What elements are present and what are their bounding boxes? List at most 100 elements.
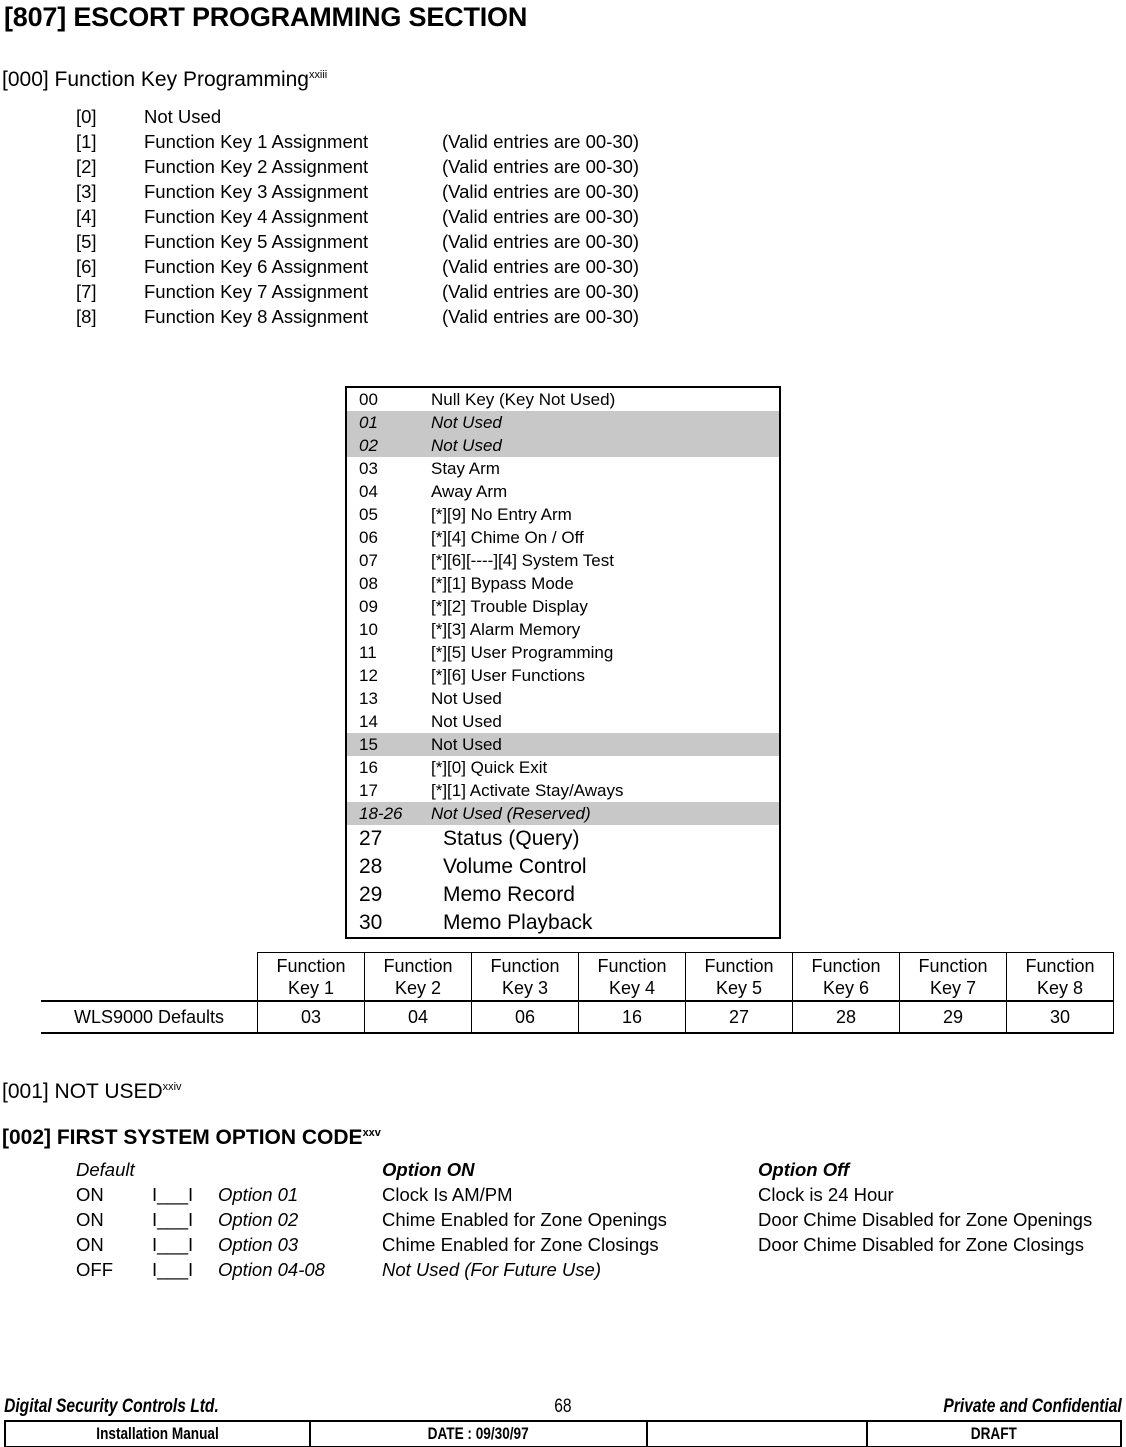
code-table-row: 03 Stay Arm (347, 457, 779, 480)
code-value: 06 (359, 528, 378, 547)
code-table-row: 01 Not Used (347, 411, 779, 434)
defaults-corner-cell (41, 952, 258, 1002)
default-value-key-1: 03 (257, 1000, 365, 1034)
code-description: Away Arm (431, 482, 508, 501)
entry-name: Function Key 2 Assignment (144, 156, 369, 177)
option-name: Option 02 (218, 1209, 299, 1230)
code-value: 04 (359, 482, 378, 501)
header-line-2: Key 7 (929, 977, 977, 998)
code-value: 13 (359, 689, 378, 708)
code-value: 10 (359, 620, 378, 639)
code-value: 14 (359, 712, 378, 731)
header-line-2: Key 4 (608, 977, 656, 998)
code-value: 12 (359, 666, 378, 685)
code-table-row: 16 [*][0] Quick Exit (347, 756, 779, 779)
code-description: [*][5] User Programming (431, 643, 614, 662)
code-value: 28 (359, 855, 383, 878)
footer-cell-manual: Installation Manual (4, 1420, 311, 1447)
option-on-description: Chime Enabled for Zone Closings (382, 1234, 659, 1255)
code-table-row: 29 Memo Record (347, 881, 779, 909)
option-checkbox[interactable]: I___I (152, 1207, 218, 1232)
option-header-on: Option ON (382, 1159, 475, 1180)
code-description: Stay Arm (431, 459, 500, 478)
section-heading-label: [001] NOT USED (2, 1080, 163, 1103)
option-off-description: Door Chime Disabled for Zone Closings (758, 1234, 1084, 1255)
code-description: Memo Playback (443, 911, 593, 934)
code-table-row: 00 Null Key (Key Not Used) (347, 388, 779, 411)
table-row: WLS9000 Defaults 03 04 06 16 27 28 29 30 (41, 1000, 1114, 1034)
column-header-key-5: Function Key 5 (685, 952, 793, 1002)
footer-cell-status: DRAFT (866, 1420, 1122, 1447)
code-value: 11 (359, 643, 377, 662)
function-key-entry-row: [6] Function Key 6 Assignment (Valid entri… (0, 254, 1126, 279)
code-value: 15 (359, 735, 378, 754)
code-value: 01 (359, 413, 378, 432)
column-header-key-1: Function Key 1 (257, 952, 365, 1002)
function-key-entry-list: [0] Not Used [1] Function Key 1 Assignment (… (0, 104, 1126, 329)
code-description: [*][3] Alarm Memory (431, 620, 581, 639)
entry-index: [7] (76, 281, 97, 302)
defaults-row-label: WLS9000 Defaults (41, 1000, 258, 1034)
entry-valid-range (442, 104, 822, 129)
entry-valid-range: (Valid entries are 00-30) (442, 256, 640, 277)
code-table-row: 18-26 Not Used (Reserved) (347, 802, 779, 825)
function-key-entry-row: [8] Function Key 8 Assignment (Valid entri… (0, 304, 1126, 329)
code-description: Volume Control (443, 855, 587, 878)
footer-cell-date: DATE : 09/30/97 (309, 1420, 648, 1447)
option-off-description: Door Chime Disabled for Zone Openings (758, 1209, 1093, 1230)
entry-index: [8] (76, 306, 97, 327)
code-value: 29 (359, 883, 383, 906)
document-page: [807] ESCORT PROGRAMMING SECTION [000] F… (0, 0, 1126, 1447)
code-value: 03 (359, 459, 378, 478)
code-table-row: 05 [*][9] No Entry Arm (347, 503, 779, 526)
code-table-row: 28 Volume Control (347, 853, 779, 881)
function-key-entry-row: [3] Function Key 3 Assignment (Valid entri… (0, 179, 1126, 204)
code-description: [*][9] No Entry Arm (431, 505, 572, 524)
code-value: 27 (359, 827, 383, 850)
header-line-1: Function (1025, 955, 1095, 976)
option-header-off: Option Off (758, 1159, 850, 1180)
footnote-marker-xxiv: xxiv (162, 1081, 182, 1093)
code-value: 08 (359, 574, 378, 593)
code-table-row: 08 [*][1] Bypass Mode (347, 572, 779, 595)
code-description: Null Key (Key Not Used) (431, 390, 616, 409)
code-value: 07 (359, 551, 378, 570)
option-header-name (218, 1157, 382, 1182)
code-value: 09 (359, 597, 378, 616)
header-line-2: Key 5 (715, 977, 763, 998)
option-row: ON I___I Option 01 Clock Is AM/PM Clock is 2… (0, 1182, 1126, 1207)
entry-name: Function Key 1 Assignment (144, 131, 369, 152)
code-table-row: 09 [*][2] Trouble Display (347, 595, 779, 618)
function-key-entry-row: [2] Function Key 2 Assignment (Valid entri… (0, 154, 1126, 179)
default-value-key-3: 06 (471, 1000, 579, 1034)
option-row: ON I___I Option 03 Chime Enabled for Zone C… (0, 1232, 1126, 1257)
code-description: [*][0] Quick Exit (431, 758, 548, 777)
header-line-2: Key 8 (1036, 977, 1084, 998)
entry-index: [2] (76, 156, 97, 177)
header-line-1: Function (597, 955, 667, 976)
option-checkbox[interactable]: I___I (152, 1257, 218, 1282)
option-checkbox[interactable]: I___I (152, 1182, 218, 1207)
option-checkbox[interactable]: I___I (152, 1232, 218, 1257)
option-header-box (152, 1157, 218, 1182)
code-description: [*][6] User Functions (431, 666, 586, 685)
footnote-marker-xxiii: xxiii (308, 69, 328, 81)
function-key-code-table: 00 Null Key (Key Not Used) 01 Not Used 02 Not… (345, 386, 781, 939)
entry-index: [5] (76, 231, 97, 252)
system-option-list: Default Option ON Option Off ON I___I Option … (0, 1157, 1126, 1282)
column-header-key-7: Function Key 7 (899, 952, 1007, 1002)
code-description: Not Used (431, 436, 502, 455)
code-value: 02 (359, 436, 378, 455)
option-default-state: ON (76, 1184, 104, 1205)
entry-name: Function Key 8 Assignment (144, 306, 369, 327)
entry-valid-range: (Valid entries are 00-30) (442, 281, 640, 302)
code-description: [*][1] Activate Stay/Aways (431, 781, 624, 800)
column-header-key-8: Function Key 8 (1006, 952, 1114, 1002)
header-line-1: Function (383, 955, 453, 976)
header-line-1: Function (276, 955, 346, 976)
header-line-2: Key 1 (287, 977, 335, 998)
option-off-description (758, 1257, 1126, 1282)
code-description: Status (Query) (443, 827, 580, 850)
code-description: Not Used (431, 712, 502, 731)
footer-table: Installation Manual DATE : 09/30/97 DRAF… (4, 1420, 1122, 1447)
